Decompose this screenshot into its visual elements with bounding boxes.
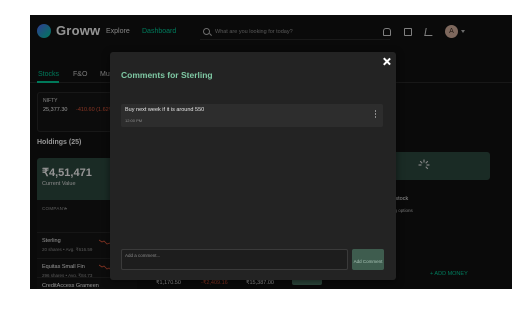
comment-item: Buy next week if it is around 550 12:00 … [121,104,383,127]
comment-text: Buy next week if it is around 550 [125,107,205,113]
comment-time: 12:00 PM [125,118,143,123]
groww-app: Groww Explore Dashboard A Stocks F&O Mut… [30,15,512,289]
comments-modal: Comments for Sterling Buy next week if i… [110,52,396,280]
add-comment-button[interactable]: Add Comment [352,249,384,270]
more-options-icon[interactable] [374,110,377,120]
modal-title: Comments for Sterling [121,70,213,80]
close-icon[interactable] [382,57,392,67]
comment-input[interactable] [121,249,348,270]
